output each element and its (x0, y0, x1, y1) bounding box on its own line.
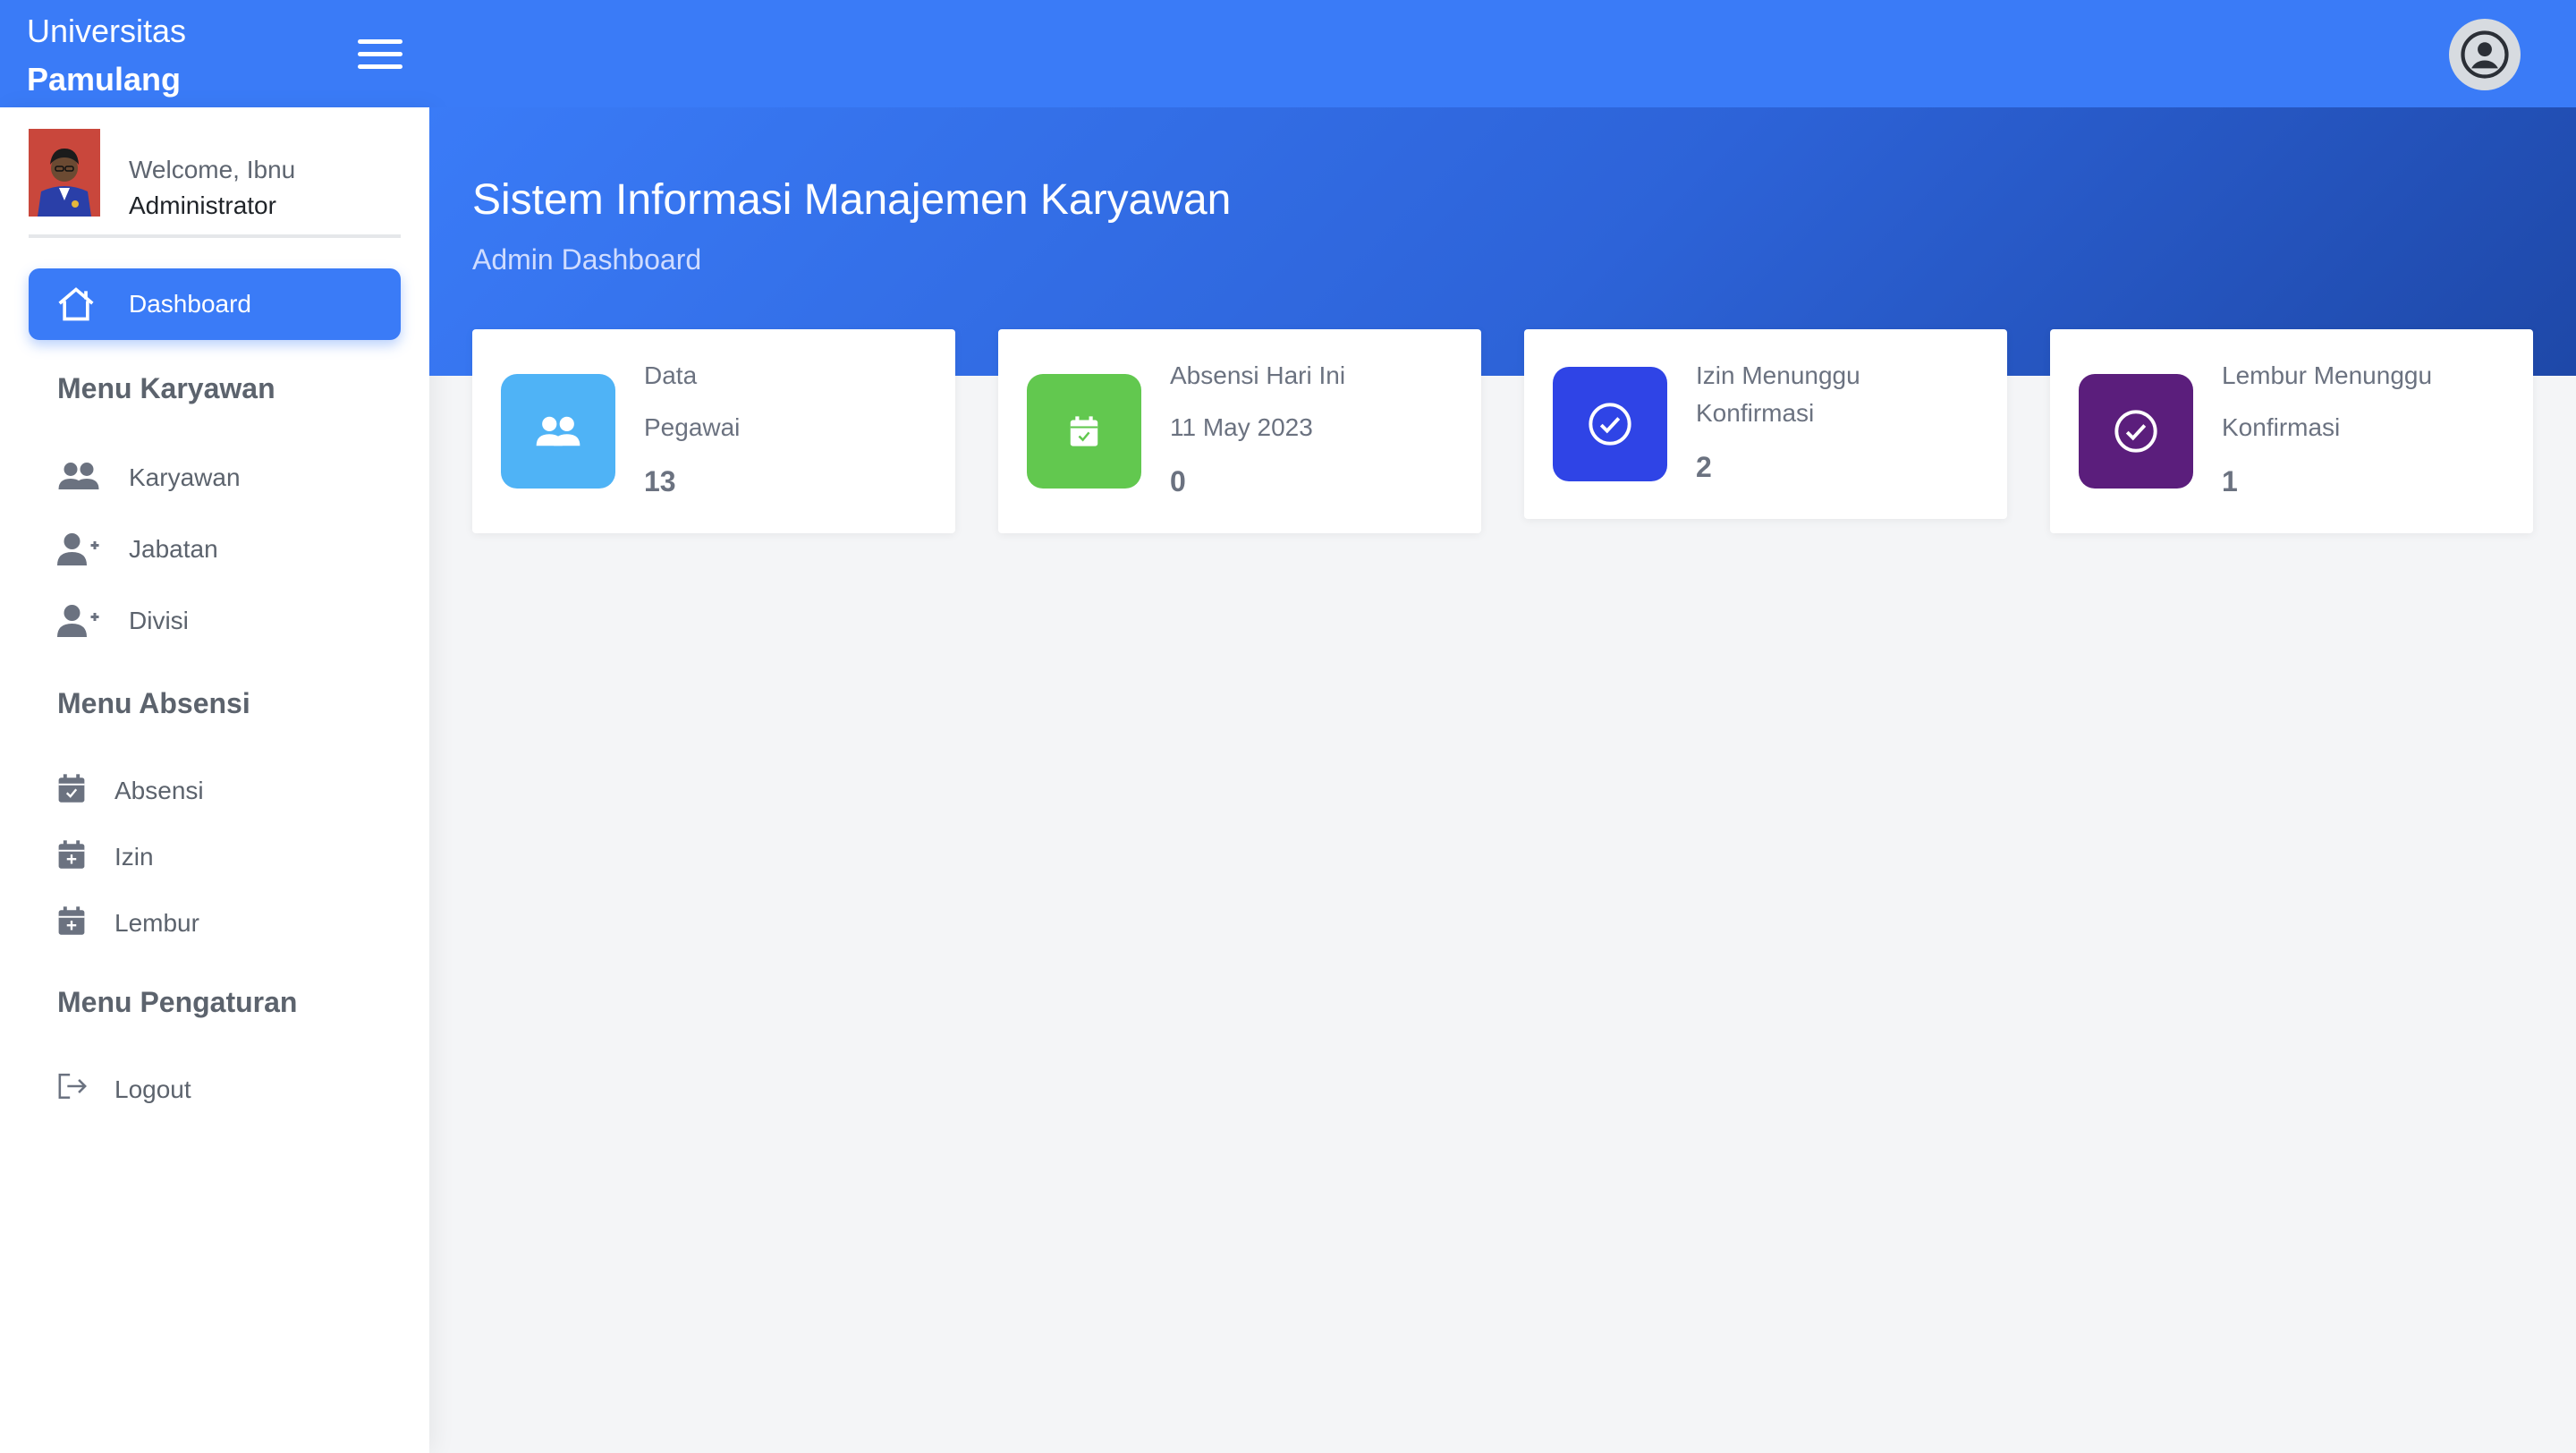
sidebar-item-label: Lembur (114, 909, 199, 937)
card-value: 0 (1170, 465, 1186, 497)
brand-line-1: Universitas (27, 13, 187, 49)
sidebar-item-lembur[interactable]: Lembur (57, 896, 401, 947)
home-icon (55, 285, 97, 328)
stat-card-data-pegawai[interactable]: Data Pegawai 13 (472, 329, 955, 533)
check-circle-icon (2079, 374, 2193, 489)
sidebar-item-label: Absensi (114, 777, 204, 804)
card-value: 1 (2222, 465, 2238, 497)
card-label: Izin Menunggu (1696, 361, 1860, 389)
calendar-check-icon (57, 773, 86, 808)
section-title-pengaturan: Menu Pengaturan (57, 986, 298, 1018)
section-title-karyawan: Menu Karyawan (57, 372, 275, 404)
sidebar-item-label: Izin (114, 843, 154, 871)
brand-logo-text[interactable]: Universitas Pamulang (27, 7, 186, 104)
card-sublabel: Konfirmasi (1696, 399, 1815, 427)
brand-line-2: Pamulang (27, 61, 182, 98)
section-title-absensi: Menu Absensi (57, 687, 250, 719)
card-sublabel: Pegawai (644, 413, 741, 441)
welcome-text: Welcome, Ibnu (129, 156, 296, 183)
card-sublabel: Konfirmasi (2222, 413, 2341, 441)
sidebar-item-logout[interactable]: Logout (57, 1063, 401, 1113)
user-circle-icon (2461, 30, 2509, 79)
card-value: 2 (1696, 451, 1712, 483)
sidebar-item-jabatan[interactable]: Jabatan (57, 523, 401, 573)
calendar-plus-icon (57, 905, 86, 940)
user-profile: Welcome, Ibnu Administrator (29, 129, 401, 238)
card-label: Lembur Menunggu (2222, 361, 2433, 389)
top-navbar: Universitas Pamulang (0, 0, 2576, 107)
user-plus-icon (57, 531, 100, 572)
page-subtitle: Admin Dashboard (472, 243, 702, 276)
card-label: Data (644, 361, 698, 389)
sidebar-item-izin[interactable]: Izin (57, 830, 401, 880)
stat-card-lembur-menunggu[interactable]: Lembur Menunggu Konfirmasi 1 (2050, 329, 2533, 533)
card-label: Absensi Hari Ini (1170, 361, 1346, 389)
sidebar-item-label: Logout (114, 1075, 191, 1103)
user-role: Administrator (129, 191, 276, 219)
check-circle-icon (1553, 367, 1667, 481)
stat-card-izin-menunggu[interactable]: Izin Menunggu Konfirmasi 2 (1524, 329, 2007, 519)
sidebar-item-karyawan[interactable]: Karyawan (57, 451, 401, 501)
user-menu-button[interactable] (2449, 19, 2521, 90)
sidebar-item-divisi[interactable]: Divisi (57, 594, 401, 644)
users-icon (501, 374, 615, 489)
sidebar-item-absensi[interactable]: Absensi (57, 764, 401, 814)
sidebar-item-label: Jabatan (129, 535, 218, 563)
sidebar: Welcome, Ibnu Administrator Dashboard Me… (0, 107, 429, 1453)
card-value: 13 (644, 465, 676, 497)
sidebar-item-label: Karyawan (129, 463, 241, 491)
card-sublabel: 11 May 2023 (1170, 413, 1313, 441)
menu-toggle-icon[interactable] (358, 39, 402, 70)
avatar (29, 129, 100, 217)
sidebar-item-label: Divisi (129, 607, 189, 634)
calendar-plus-icon (57, 839, 86, 874)
page-title: Sistem Informasi Manajemen Karyawan (472, 176, 1232, 224)
user-plus-icon (57, 603, 100, 643)
users-icon (57, 460, 100, 497)
logout-icon (57, 1072, 88, 1105)
sidebar-item-dashboard[interactable]: Dashboard (29, 268, 401, 340)
calendar-check-icon (1027, 374, 1141, 489)
stat-card-absensi-hari-ini[interactable]: Absensi Hari Ini 11 May 2023 0 (998, 329, 1481, 533)
sidebar-item-label: Dashboard (129, 290, 251, 318)
